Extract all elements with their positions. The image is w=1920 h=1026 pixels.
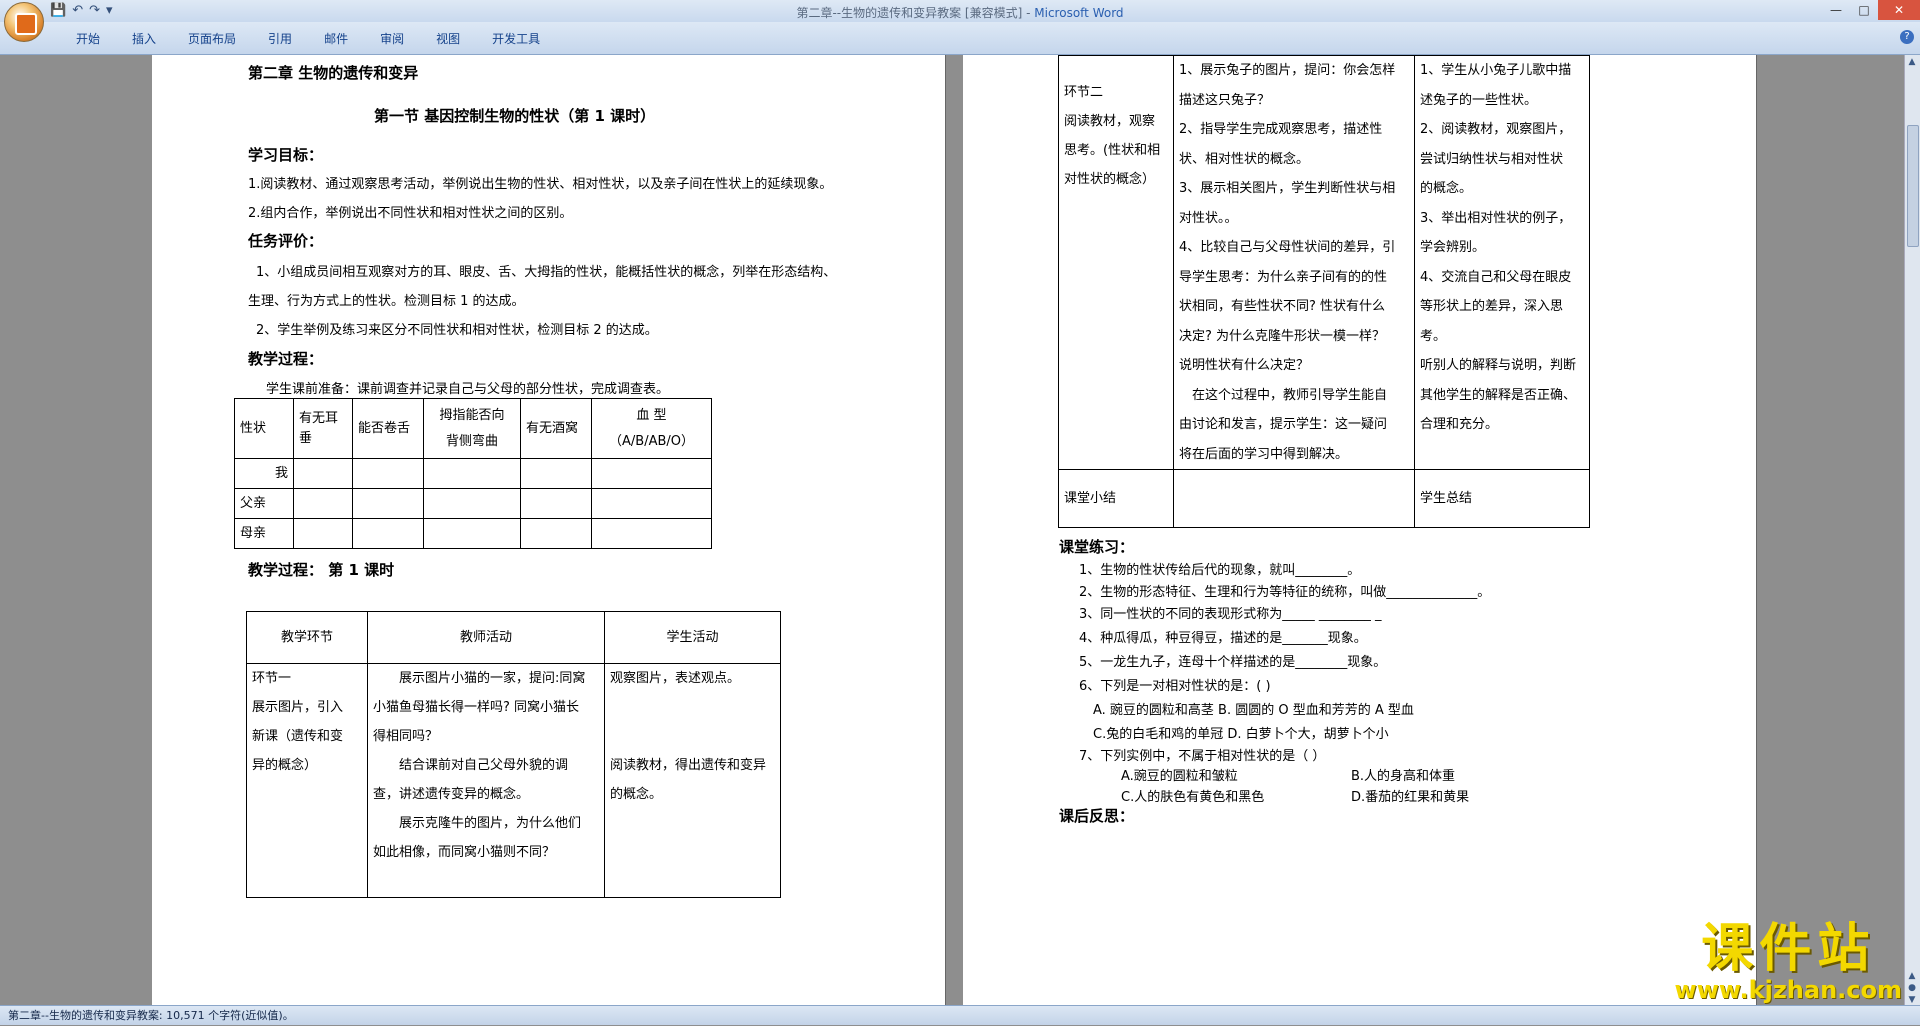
window-controls: — □ ✕ <box>1822 0 1920 20</box>
lesson-stage-cell: 环节一 展示图片，引入 新课（遗传和变 异的概念） <box>246 663 368 898</box>
exercise-item: 6、下列是一对相对性状的是：( ) <box>1079 679 1271 694</box>
survey-header: 有无耳垂 <box>293 398 353 459</box>
lesson-stage-cell: 环节二 阅读教材，观察 思考。(性状和相 对性状的概念） <box>1058 55 1174 470</box>
survey-header: 有无酒窝 <box>520 398 592 459</box>
exercise-heading: 课堂练习： <box>1059 538 1135 556</box>
lesson-student-cell: 观察图片，表述观点。 阅读教材，得出遗传和变异 的概念。 <box>604 663 781 898</box>
office-button[interactable] <box>4 2 44 42</box>
student-summary-label: 学生总结 <box>1414 469 1590 528</box>
goal-2: 2.组内合作，举例说出不同性状和相对性状之间的区别。 <box>248 206 573 221</box>
summary-label: 课堂小结 <box>1058 469 1174 528</box>
tab-mailings[interactable]: 邮件 <box>308 30 364 47</box>
ribbon-tabs: 开始 插入 页面布局 引用 邮件 审阅 视图 开发工具 <box>0 22 1920 55</box>
document-area: 第二章 生物的遗传和变异 第一节 基因控制生物的性状（第 1 课时） 学习目标：… <box>0 55 1905 1005</box>
pre-class-prep: 学生课前准备：课前调查并记录自己与父母的部分性状，完成调查表。 <box>266 382 670 397</box>
exercise-option: B.人的身高和体重 <box>1351 769 1456 784</box>
survey-header: 能否卷舌 <box>352 398 424 459</box>
scroll-thumb[interactable] <box>1907 125 1919 247</box>
survey-header: 血 型（A/B/AB/O） <box>591 398 712 459</box>
tab-home[interactable]: 开始 <box>60 30 116 47</box>
minimize-button[interactable]: — <box>1822 0 1850 20</box>
prev-page-icon[interactable]: ▲ <box>1907 971 1917 981</box>
survey-header: 性状 <box>234 398 294 459</box>
status-text: 第二章--生物的遗传和变异教案: 10,571 个字符(近似值)。 <box>8 1009 294 1022</box>
page-2: 环节二 阅读教材，观察 思考。(性状和相 对性状的概念） 1、展示兔子的图片，提问：你… <box>963 55 1756 1005</box>
eval-1b: 生理、行为方式上的性状。检测目标 1 的达成。 <box>248 294 525 309</box>
lesson-table-continued: 环节二 阅读教材，观察 思考。(性状和相 对性状的概念） 1、展示兔子的图片，提问：你… <box>1058 55 1590 528</box>
survey-row-label: 我 <box>234 458 294 489</box>
window-title: 第二章--生物的遗传和变异教案 [兼容模式] - Microsoft Word <box>796 6 1124 20</box>
maximize-button[interactable]: □ <box>1850 0 1878 20</box>
lesson-student-cell: 1、学生从小兔子儿歌中描 述兔子的一些性状。 2、阅读教材，观察图片， 尝试归纳性状与… <box>1414 55 1590 470</box>
process-lesson-heading: 教学过程： 第 1 课时 <box>248 561 395 579</box>
exercise-item: 1、生物的性状传给后代的现象，就叫________。 <box>1079 563 1361 578</box>
exercise-item: 5、一龙生九子，连母十个样描述的是________现象。 <box>1079 655 1387 670</box>
survey-table: 性状 有无耳垂 能否卷舌 拇指能否向 背侧弯曲 有无酒窝 血 型（A/B/AB/O… <box>234 398 712 549</box>
close-button[interactable]: ✕ <box>1878 0 1920 20</box>
exercise-item: 4、种瓜得瓜，种豆得豆，描述的是_______现象。 <box>1079 631 1367 646</box>
section-heading: 第一节 基因控制生物的性状（第 1 课时） <box>374 107 656 125</box>
survey-header: 拇指能否向 背侧弯曲 <box>423 398 521 459</box>
status-bar: 第二章--生物的遗传和变异教案: 10,571 个字符(近似值)。 <box>0 1005 1920 1025</box>
watermark-logo: 课件站 www.kjzhan.com <box>1674 919 1902 1004</box>
lesson-teacher-cell: 展示图片小猫的一家，提问:同窝 小猫鱼母猫长得一样吗? 同窝小猫长 得相同吗？ 结合… <box>367 663 605 898</box>
title-bar: 💾 ↶ ↷ ▾ 第二章--生物的遗传和变异教案 [兼容模式] - Microso… <box>0 0 1920 22</box>
eval-2: 2、学生举例及练习来区分不同性状和相对性状，检测目标 2 的达成。 <box>256 323 658 338</box>
exercise-item: 7、下列实例中，不属于相对性状的是（ ） <box>1079 749 1326 764</box>
vertical-scrollbar[interactable]: ▲ ▲ ● ▼ <box>1904 55 1920 1005</box>
tab-review[interactable]: 审阅 <box>364 30 420 47</box>
survey-row-label: 父亲 <box>234 488 294 519</box>
evaluation-heading: 任务评价： <box>248 232 324 250</box>
browse-object-icon[interactable]: ● <box>1907 983 1917 993</box>
exercise-item: 2、生物的形态特征、生理和行为等特征的统称，叫做______________。 <box>1079 585 1491 600</box>
page-1: 第二章 生物的遗传和变异 第一节 基因控制生物的性状（第 1 课时） 学习目标：… <box>152 55 945 1005</box>
tab-view[interactable]: 视图 <box>420 30 476 47</box>
exercise-option: C.人的肤色有黄色和黑色 <box>1121 790 1265 805</box>
scroll-up-icon[interactable]: ▲ <box>1907 57 1917 67</box>
exercise-option: A. 豌豆的圆粒和高茎 B. 圆圆的 O 型血和芳芳的 A 型血 <box>1093 703 1414 718</box>
tab-references[interactable]: 引用 <box>252 30 308 47</box>
help-icon[interactable]: ? <box>1900 30 1914 44</box>
survey-row-label: 母亲 <box>234 518 294 549</box>
chapter-heading: 第二章 生物的遗传和变异 <box>248 64 419 82</box>
office-logo-icon <box>15 13 37 35</box>
exercise-option: C.兔的白毛和鸡的单冠 D. 白萝卜个大，胡萝卜个小 <box>1093 727 1389 742</box>
lesson-header: 教师活动 <box>367 611 605 664</box>
goal-1: 1.阅读教材、通过观察思考活动，举例说出生物的性状、相对性状，以及亲子间在性状上… <box>248 177 833 192</box>
process-heading: 教学过程： <box>248 350 324 368</box>
lesson-header: 教学环节 <box>246 611 368 664</box>
exercise-option: D.番茄的红果和黄果 <box>1351 790 1470 805</box>
exercise-item: 3、同一性状的不同的表现形式称为_____ ________ _ <box>1079 607 1382 622</box>
tab-page-layout[interactable]: 页面布局 <box>172 30 252 47</box>
tab-developer[interactable]: 开发工具 <box>476 30 556 47</box>
tab-insert[interactable]: 插入 <box>116 30 172 47</box>
reflection-heading: 课后反思： <box>1059 807 1135 825</box>
lesson-teacher-cell: 1、展示兔子的图片，提问：你会怎样 描述这只兔子？ 2、指导学生完成观察思考，描述性… <box>1173 55 1415 470</box>
eval-1a: 1、小组成员间相互观察对方的耳、眼皮、舌、大拇指的性状，能概括性状的概念，列举在… <box>256 265 837 280</box>
exercise-option: A.豌豆的圆粒和皱粒 <box>1121 769 1238 784</box>
next-page-icon[interactable]: ▼ <box>1907 995 1917 1005</box>
lesson-table: 教学环节 教师活动 学生活动 环节一 展示图片，引入 新课（遗传和变 异的概念） 展示… <box>246 611 781 898</box>
goals-heading: 学习目标： <box>248 146 324 164</box>
lesson-header: 学生活动 <box>604 611 781 664</box>
